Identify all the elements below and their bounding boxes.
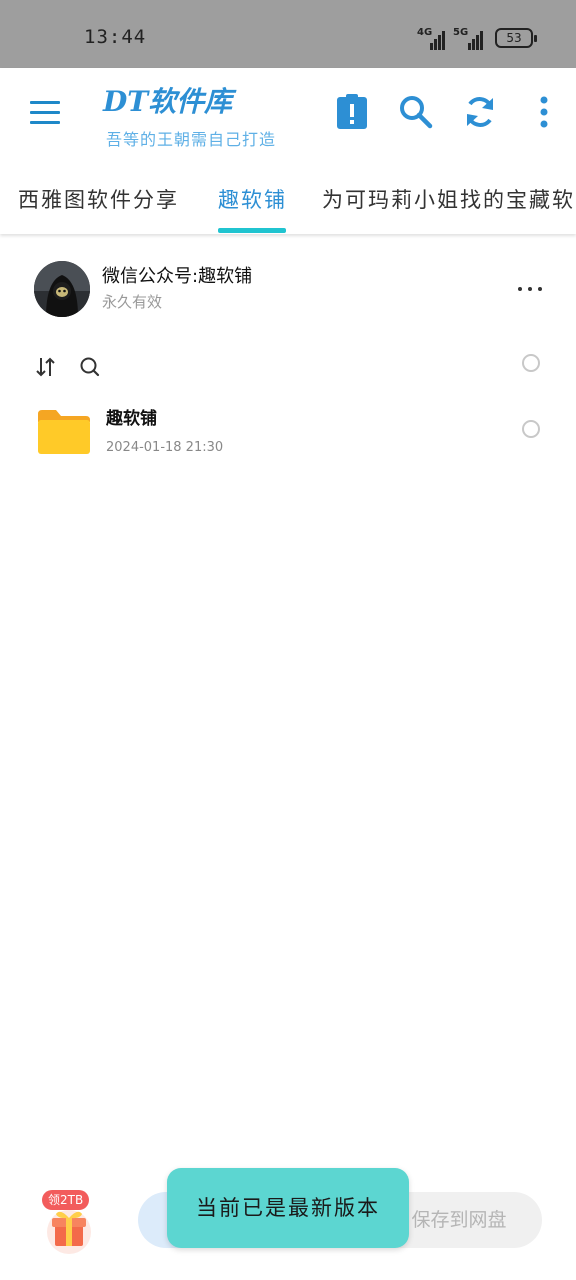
toast-message: 当前已是最新版本 [167,1168,409,1248]
tab-bar: 西雅图软件分享 趣软铺 为可玛莉小姐找的宝藏软 [0,168,576,234]
menu-icon[interactable] [30,101,60,125]
clipboard-alert-icon[interactable] [332,92,372,132]
file-name: 趣软铺 [106,409,157,429]
share-header: 微信公众号:趣软铺 永久有效 [0,258,576,318]
gift-badge: 领2TB [42,1190,90,1210]
file-date: 2024-01-18 21:30 [106,440,224,455]
app-subtitle: 吾等的王朝需自己打造 [106,130,277,149]
file-select-radio[interactable] [522,420,540,438]
sort-icon[interactable] [34,355,58,379]
folder-icon [36,408,92,456]
file-toolbar [0,350,576,384]
search-icon[interactable] [78,355,102,379]
save-button-label: 保存到网盘 [411,1209,507,1231]
refresh-icon[interactable] [460,92,500,132]
tab-kemali[interactable]: 为可玛莉小姐找的宝藏软 [322,184,575,214]
more-horizontal-icon[interactable] [516,284,544,294]
search-icon[interactable] [396,92,436,132]
tab-xiyatu[interactable]: 西雅图软件分享 [18,184,179,214]
tab-indicator [218,228,286,233]
app-bar: DT软件库 吾等的王朝需自己打造 西雅图软件分享 趣软铺 为可玛莉小姐找的宝藏软 [0,68,576,234]
list-item[interactable]: 趣软铺 2024-01-18 21:30 [0,398,576,462]
app-title: DT软件库 [103,85,233,118]
avatar [34,261,90,317]
signal-5g-icon: 5G [453,26,487,50]
status-bar: 13:44 4G 5G 53 [0,0,576,68]
tab-qurunpu[interactable]: 趣软铺 [218,184,287,214]
gift-promo[interactable]: 领2TB [40,1190,98,1256]
battery-icon: 53 [495,28,537,48]
more-vertical-icon[interactable] [524,92,564,132]
share-title: 微信公众号:趣软铺 [102,266,253,287]
signal-4g-icon: 4G [417,26,445,50]
share-validity: 永久有效 [102,293,163,311]
status-time: 13:44 [84,26,147,48]
select-all-radio[interactable] [522,354,540,372]
